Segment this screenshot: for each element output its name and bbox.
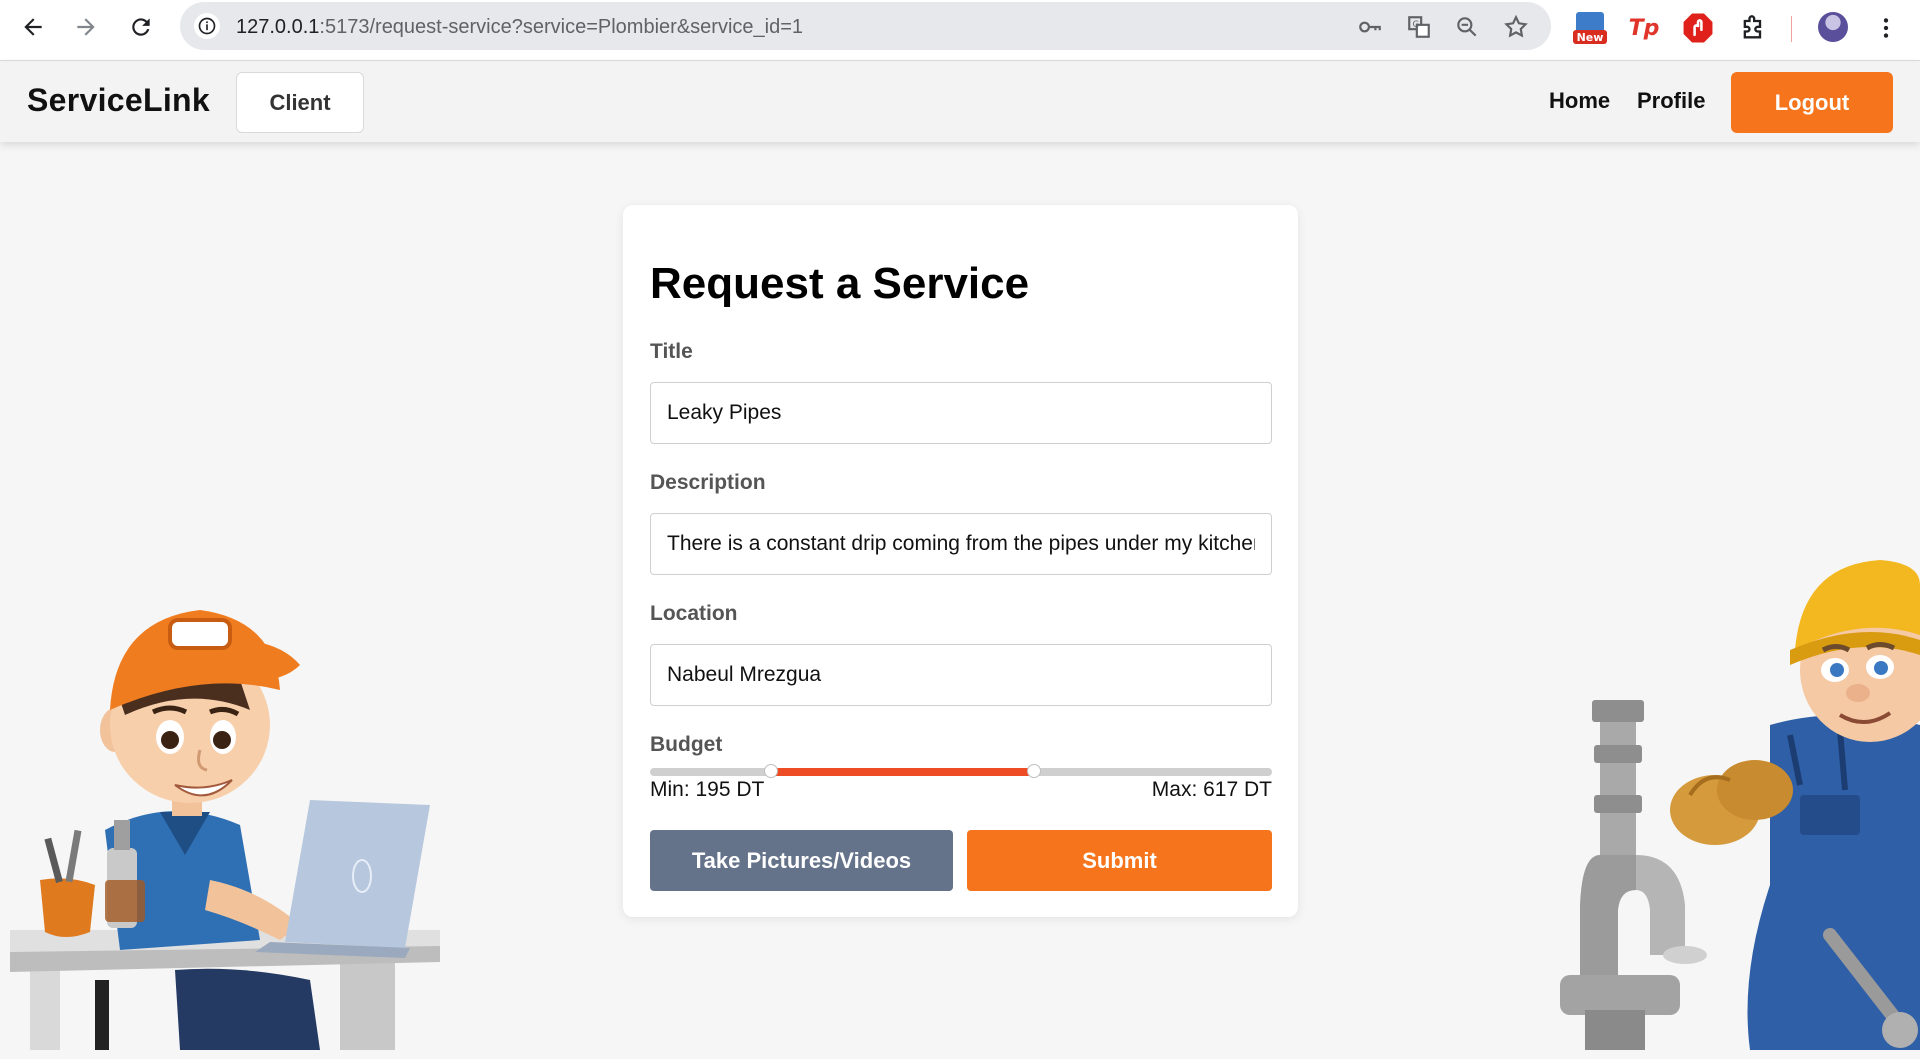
address-bar[interactable]: 127.0.0.1:5173/request-service?service=P…: [180, 2, 1551, 50]
extensions-puzzle-icon[interactable]: [1733, 8, 1773, 48]
location-input[interactable]: [650, 644, 1272, 706]
technician-laptop-illustration: [10, 610, 440, 1050]
submit-button[interactable]: Submit: [967, 830, 1272, 891]
reload-icon: [132, 18, 150, 36]
title-input[interactable]: [650, 382, 1272, 444]
request-service-card: Request a Service Title Description Loca…: [623, 205, 1298, 917]
toolbar-divider: [1791, 16, 1792, 42]
form-title: Request a Service: [650, 259, 1030, 308]
url-text[interactable]: 127.0.0.1:5173/request-service?service=P…: [236, 16, 803, 39]
forward-arrow-icon: [77, 18, 95, 36]
url-host: 127.0.0.1: [236, 16, 320, 38]
back-button[interactable]: [8, 8, 58, 46]
budget-label: Budget: [650, 733, 723, 756]
url-path: :5173/request-service?service=Plombier&s…: [319, 16, 803, 38]
password-key-icon[interactable]: [1357, 14, 1383, 40]
translate-icon[interactable]: G: [1406, 14, 1432, 40]
plumber-pipes-illustration: [1560, 560, 1920, 1050]
nav-home-link[interactable]: Home: [1549, 88, 1610, 114]
app-header: ServiceLink Client Home Profile Logout: [0, 62, 1920, 142]
budget-min-value: Min: 195 DT: [650, 778, 765, 801]
title-label: Title: [650, 340, 693, 363]
budget-max-thumb[interactable]: [1026, 764, 1041, 778]
reload-button[interactable]: [116, 8, 166, 46]
profile-avatar[interactable]: [1818, 12, 1848, 42]
adblock-extension-icon[interactable]: [1678, 8, 1718, 48]
brand-logo[interactable]: ServiceLink: [27, 82, 210, 119]
budget-max-value: Max: 617 DT: [1151, 778, 1272, 801]
extension-badge: New: [1577, 31, 1604, 44]
take-pictures-videos-button[interactable]: Take Pictures/Videos: [650, 830, 953, 891]
location-label: Location: [650, 602, 738, 625]
zoom-icon[interactable]: [1454, 14, 1480, 40]
nav-profile-link[interactable]: Profile: [1637, 88, 1705, 114]
logout-button[interactable]: Logout: [1731, 72, 1893, 133]
description-label: Description: [650, 471, 766, 494]
svg-text:G: G: [1413, 20, 1420, 30]
site-info-icon[interactable]: [194, 13, 220, 39]
budget-range-slider[interactable]: [650, 764, 1272, 778]
description-input[interactable]: [650, 513, 1272, 575]
browser-toolbar: 127.0.0.1:5173/request-service?service=P…: [0, 0, 1920, 61]
bookmark-star-icon[interactable]: [1503, 14, 1529, 40]
back-arrow-icon: [24, 18, 42, 36]
news-extension-icon[interactable]: New: [1570, 8, 1610, 48]
browser-menu-icon[interactable]: [1866, 8, 1906, 48]
tp-extension-label: Tp: [1628, 15, 1660, 41]
forward-button[interactable]: [61, 8, 111, 46]
client-role-button[interactable]: Client: [236, 72, 364, 133]
budget-range-fill: [771, 768, 1034, 776]
tp-extension-icon[interactable]: Tp: [1624, 8, 1664, 48]
